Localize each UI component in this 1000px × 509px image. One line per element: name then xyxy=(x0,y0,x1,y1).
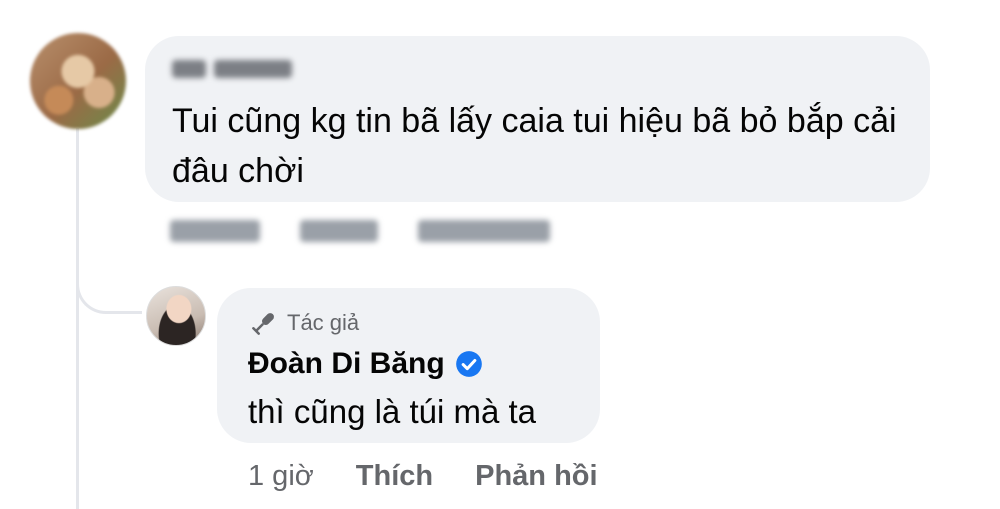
blurred-reply-button[interactable] xyxy=(418,220,550,242)
microphone-icon xyxy=(252,313,274,335)
blurred-like-button[interactable] xyxy=(300,220,378,242)
avatar[interactable] xyxy=(30,33,126,129)
blurred-author-name[interactable] xyxy=(172,56,302,82)
like-button[interactable]: Thích xyxy=(356,460,433,493)
author-badge-label: Tác giả xyxy=(287,310,360,335)
reply-avatar[interactable] xyxy=(146,286,206,346)
thread-line xyxy=(76,128,79,509)
thread-connector xyxy=(76,262,142,314)
reply-author-row: Đoàn Di Băng xyxy=(248,345,483,383)
author-badge: Tác giả xyxy=(249,306,359,340)
reply-text: thì cũng là túi mà ta xyxy=(248,393,536,430)
blurred-time xyxy=(170,220,260,242)
blurred-comment-actions xyxy=(170,214,550,248)
reply-button[interactable]: Phản hồi xyxy=(475,460,597,493)
reply-author-name[interactable]: Đoàn Di Băng xyxy=(248,347,445,381)
reply-timestamp[interactable]: 1 giờ xyxy=(248,460,314,493)
verified-badge-icon xyxy=(455,351,482,377)
reply-actions: 1 giờ Thích Phản hồi xyxy=(248,454,598,498)
comment-text: Tui cũng kg tin bã lấy caia tui hiệu bã … xyxy=(172,102,897,190)
